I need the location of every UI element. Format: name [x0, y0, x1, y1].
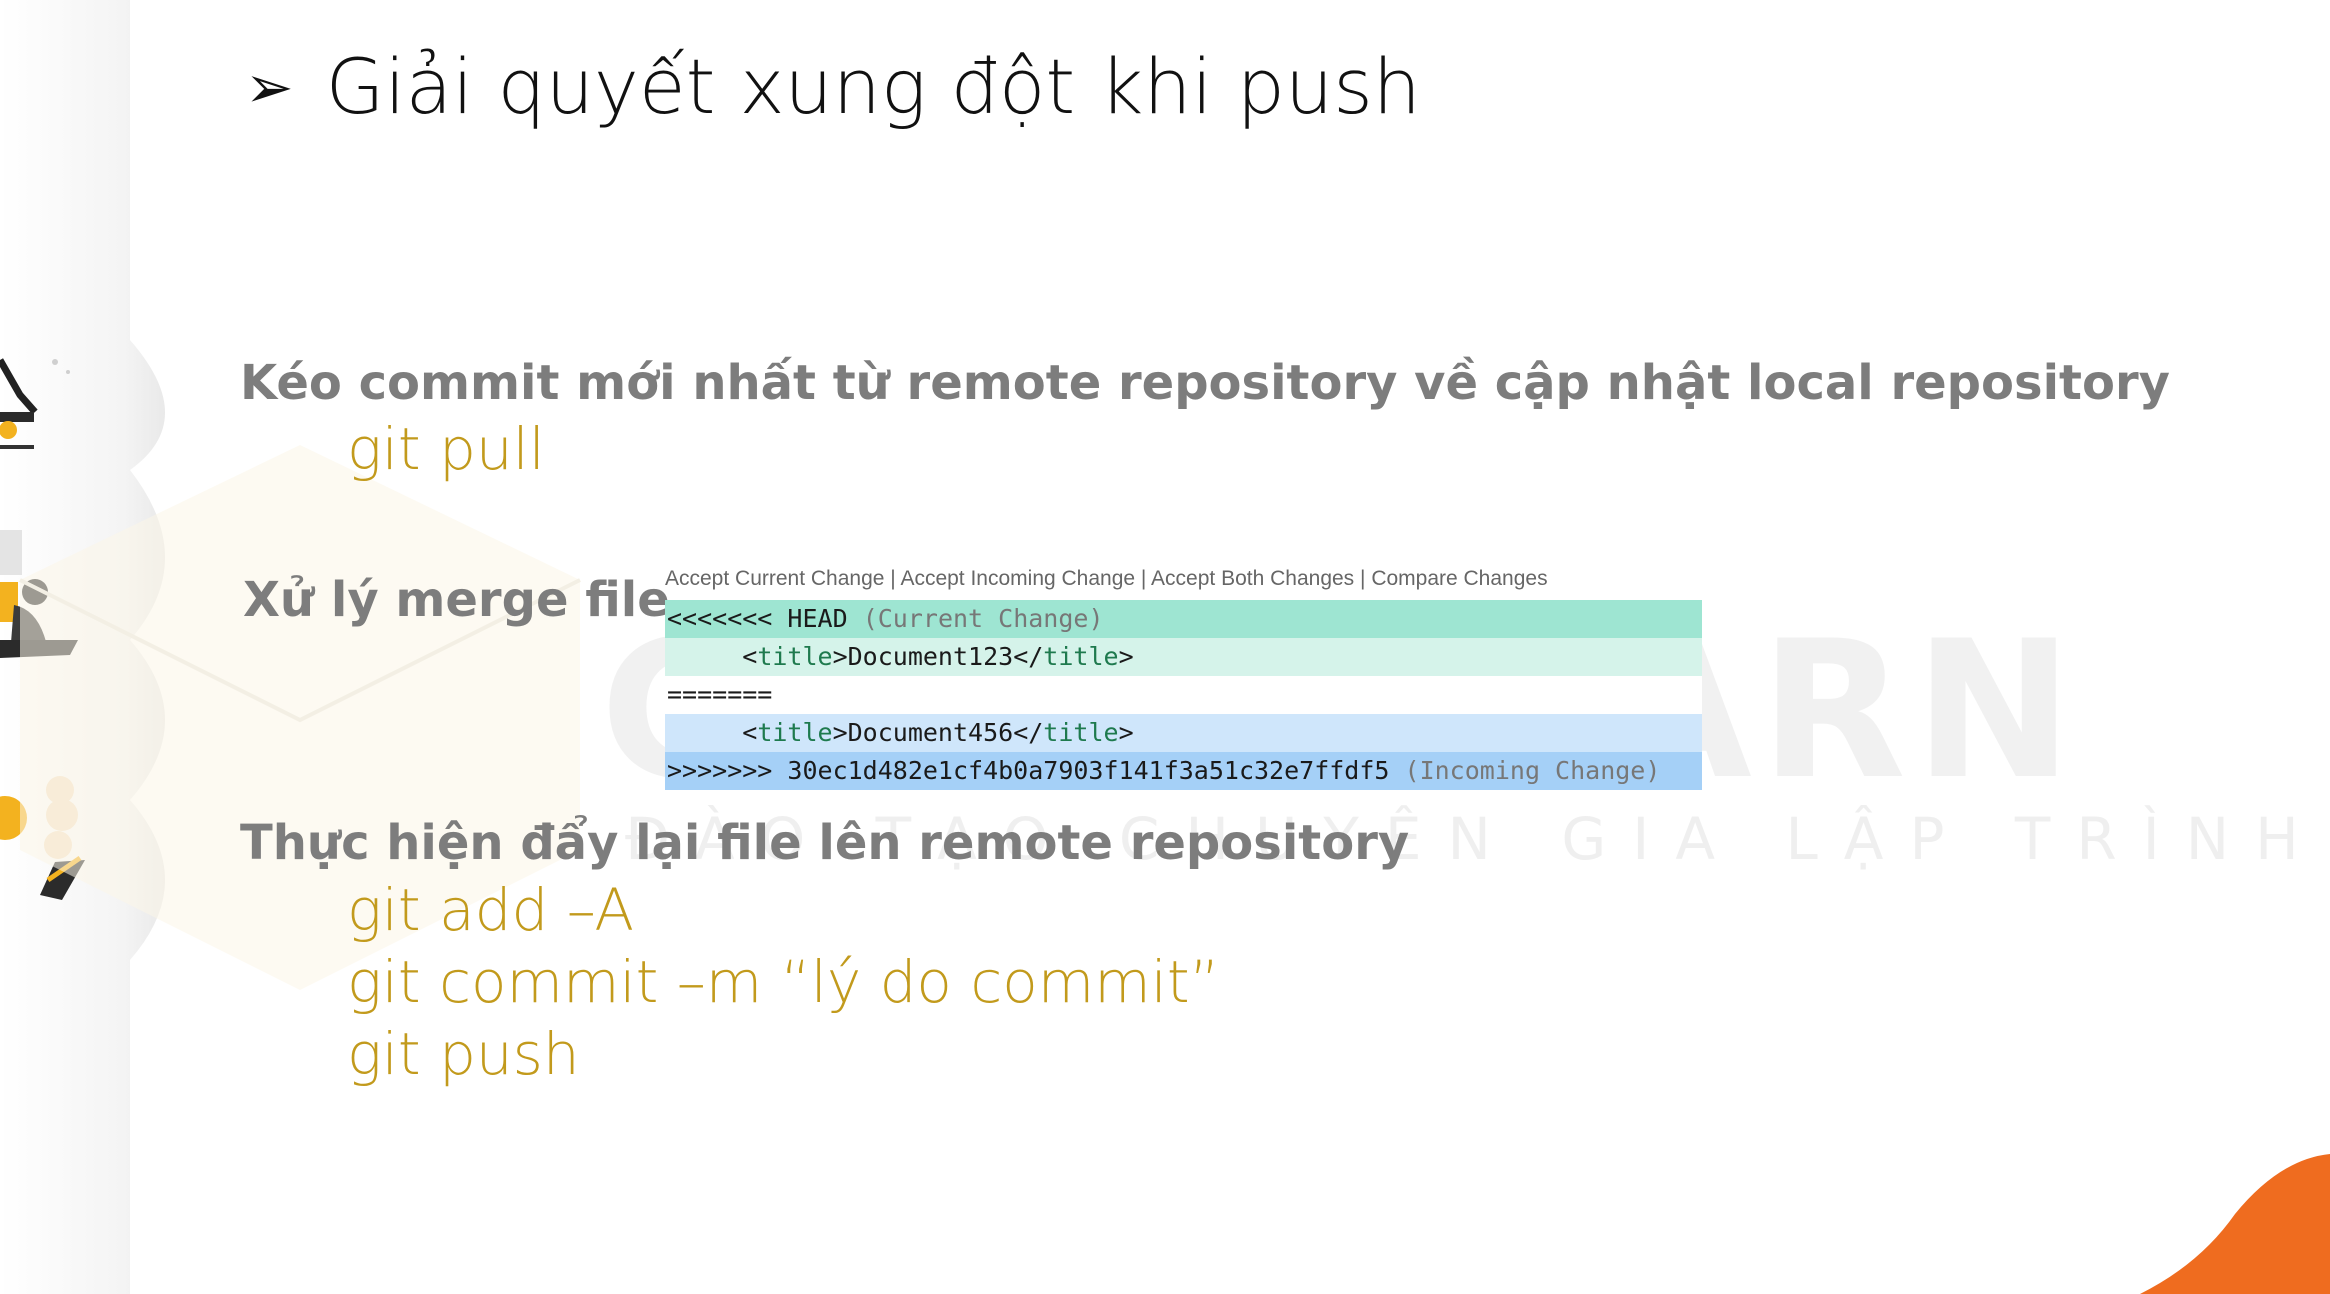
code-tag: title	[757, 718, 833, 747]
accept-incoming-change-link[interactable]: Accept Incoming Change	[900, 567, 1135, 590]
incoming-change-line: <title>Document456</title>	[665, 714, 1702, 752]
conflict-head-marker: <<<<<<< HEAD (Current Change)	[665, 600, 1702, 638]
section-push-heading: Thực hiện đẩy lại file lên remote reposi…	[240, 815, 1410, 871]
command-git-push: git push	[347, 1020, 580, 1088]
codelens-separator: |	[1135, 567, 1152, 590]
arrow-bullet-icon: ➢	[245, 52, 294, 121]
code-tag: title	[757, 642, 833, 671]
command-git-pull: git pull	[347, 415, 545, 483]
code-text: >Document456</	[832, 718, 1044, 747]
compare-changes-link[interactable]: Compare Changes	[1371, 567, 1547, 590]
section-merge-heading: Xử lý merge file	[243, 572, 670, 628]
orange-corner-decoration	[2140, 1154, 2330, 1294]
code-punct: <	[667, 642, 758, 671]
code-punct: <	[667, 718, 758, 747]
conflict-separator: =======	[665, 676, 1702, 714]
codelens-actions: Accept Current Change | Accept Incoming …	[665, 562, 1702, 600]
accept-current-change-link[interactable]: Accept Current Change	[665, 567, 884, 590]
slide-title-text: Giải quyết xung đột khi push	[325, 42, 1421, 131]
command-git-add: git add –A	[347, 876, 635, 944]
code-text: >Document123</	[832, 642, 1044, 671]
code-tag: title	[1043, 718, 1119, 747]
head-marker-text: <<<<<<< HEAD	[667, 604, 848, 633]
codelens-separator: |	[1354, 567, 1372, 590]
merge-conflict-editor: Accept Current Change | Accept Incoming …	[665, 562, 1702, 790]
current-change-line: <title>Document123</title>	[665, 638, 1702, 676]
command-git-commit: git commit –m “lý do commit”	[347, 948, 1220, 1016]
accept-both-changes-link[interactable]: Accept Both Changes	[1151, 567, 1354, 590]
code-punct: >	[1118, 718, 1134, 747]
incoming-note: (Incoming Change)	[1404, 756, 1661, 785]
conflict-incoming-marker: >>>>>>> 30ec1d482e1cf4b0a7903f141f3a51c3…	[665, 752, 1702, 790]
code-punct: >	[1118, 642, 1134, 671]
slide: CYBERLEARN ĐÀO TẠO CHUYÊN GIA LẬP TRÌNH …	[0, 0, 2330, 1294]
incoming-marker-text: >>>>>>> 30ec1d482e1cf4b0a7903f141f3a51c3…	[667, 756, 1390, 785]
codelens-separator: |	[884, 567, 901, 590]
code-tag: title	[1043, 642, 1119, 671]
section-pull-heading: Kéo commit mới nhất từ remote repository…	[240, 355, 2170, 411]
head-note: (Current Change)	[862, 604, 1104, 633]
slide-title: ➢ Giải quyết xung đột khi push	[245, 42, 1421, 131]
